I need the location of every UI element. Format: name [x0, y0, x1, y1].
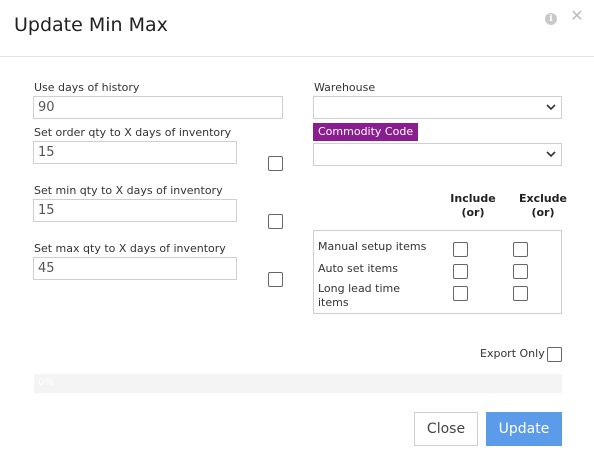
long-lead-line1: Long lead time — [318, 282, 401, 295]
long-lead-line2: items — [318, 296, 349, 309]
min-qty-label: Set min qty to X days of inventory — [34, 184, 223, 197]
min-qty-input[interactable]: 15 — [33, 199, 237, 222]
auto-set-include-checkbox[interactable] — [453, 264, 468, 279]
exclude-header-line1: Exclude — [518, 192, 568, 205]
long-lead-exclude-checkbox[interactable] — [513, 286, 528, 301]
order-qty-checkbox[interactable] — [268, 156, 283, 171]
export-only-checkbox[interactable] — [547, 347, 562, 362]
commodity-code-label: Commodity Code — [313, 123, 419, 141]
include-column-header: Include (or) — [448, 192, 498, 220]
exclude-column-header: Exclude (or) — [518, 192, 568, 220]
progress-text: 0% — [38, 377, 54, 388]
warehouse-select[interactable] — [313, 96, 562, 119]
include-header-line2: (or) — [461, 206, 485, 219]
long-lead-include-checkbox[interactable] — [453, 286, 468, 301]
update-button[interactable]: Update — [486, 412, 562, 446]
close-icon[interactable]: ✕ — [570, 9, 584, 25]
order-qty-label: Set order qty to X days of inventory — [34, 126, 232, 139]
chevron-down-icon — [546, 104, 556, 111]
history-days-input[interactable]: 90 — [33, 96, 283, 119]
include-header-line1: Include — [450, 192, 496, 205]
warehouse-label: Warehouse — [314, 81, 376, 94]
dialog-header: Update Min Max i ✕ — [0, 0, 594, 57]
chevron-down-icon — [546, 151, 556, 158]
close-button[interactable]: Close — [414, 412, 478, 446]
auto-set-exclude-checkbox[interactable] — [513, 264, 528, 279]
max-qty-checkbox[interactable] — [268, 272, 283, 287]
commodity-code-select[interactable] — [313, 143, 562, 166]
exclude-header-line2: (or) — [531, 206, 555, 219]
order-qty-input[interactable]: 15 — [33, 141, 237, 164]
update-min-max-dialog: Update Min Max i ✕ Use days of history 9… — [0, 0, 594, 476]
info-icon[interactable]: i — [545, 13, 557, 25]
history-days-label: Use days of history — [34, 81, 140, 94]
max-qty-label: Set max qty to X days of inventory — [34, 242, 226, 255]
long-lead-time-items-label: Long lead time items — [318, 282, 400, 310]
manual-setup-include-checkbox[interactable] — [453, 242, 468, 257]
export-only-label: Export Only — [480, 347, 545, 360]
dialog-title: Update Min Max — [14, 14, 168, 36]
progress-bar: 0% — [34, 374, 562, 393]
max-qty-input[interactable]: 45 — [33, 257, 237, 280]
auto-set-items-label: Auto set items — [318, 262, 398, 275]
manual-setup-items-label: Manual setup items — [318, 240, 427, 253]
manual-setup-exclude-checkbox[interactable] — [513, 242, 528, 257]
min-qty-checkbox[interactable] — [268, 214, 283, 229]
